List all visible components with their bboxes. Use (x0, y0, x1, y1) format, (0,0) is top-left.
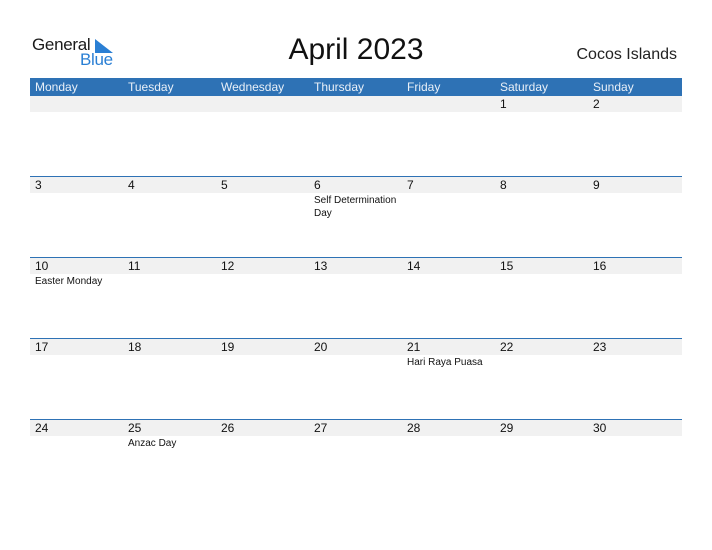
day-cell: 14 (402, 258, 495, 339)
day-number: 25 (128, 421, 142, 435)
day-cell: 13 (309, 258, 402, 339)
week-row: 10 Easter Monday 11 12 13 14 15 16 (30, 257, 682, 339)
day-cell: 3 (30, 177, 123, 258)
country-name: Cocos Islands (576, 46, 678, 63)
day-cell: 23 (588, 339, 681, 420)
day-number: 11 (128, 259, 141, 273)
weekday-saturday: Saturday (500, 80, 549, 94)
day-cell: 2 (588, 96, 681, 177)
day-number: 24 (35, 421, 49, 435)
day-cell: 8 (495, 177, 588, 258)
weekday-wednesday: Wednesday (221, 80, 285, 94)
day-number: 6 (314, 178, 321, 192)
day-number: 27 (314, 421, 328, 435)
week-row: 24 25 Anzac Day 26 27 28 29 30 (30, 419, 682, 501)
weekday-sunday: Sunday (593, 80, 634, 94)
day-cell: 4 (123, 177, 216, 258)
day-cell: 12 (216, 258, 309, 339)
day-cell: 5 (216, 177, 309, 258)
day-cell: 26 (216, 420, 309, 501)
day-number: 5 (221, 178, 228, 192)
day-number: 9 (593, 178, 600, 192)
holiday-label: Easter Monday (35, 276, 103, 287)
day-number: 4 (128, 178, 135, 192)
day-cell (309, 96, 402, 177)
day-number: 8 (500, 178, 507, 192)
day-cell: 16 (588, 258, 681, 339)
day-number: 13 (314, 259, 328, 273)
day-cell: 10 Easter Monday (30, 258, 123, 339)
holiday-label: Self Determination Day (314, 195, 397, 219)
day-cell: 22 (495, 339, 588, 420)
day-number: 19 (221, 340, 235, 354)
week-row: 3 4 5 6 Self Determination Day 7 8 9 (30, 176, 682, 258)
day-number: 14 (407, 259, 421, 273)
holiday-label: Hari Raya Puasa (407, 357, 483, 368)
day-cell: 21 Hari Raya Puasa (402, 339, 495, 420)
day-cell: 11 (123, 258, 216, 339)
day-number: 20 (314, 340, 328, 354)
day-cell (123, 96, 216, 177)
week-row: 17 18 19 20 21 Hari Raya Puasa 22 23 (30, 338, 682, 420)
day-cell: 15 (495, 258, 588, 339)
day-cell (402, 96, 495, 177)
day-cell: 18 (123, 339, 216, 420)
day-cell: 7 (402, 177, 495, 258)
day-cell: 9 (588, 177, 681, 258)
day-number: 30 (593, 421, 607, 435)
day-cell (30, 96, 123, 177)
day-number: 15 (500, 259, 514, 273)
day-number: 7 (407, 178, 414, 192)
day-cell: 28 (402, 420, 495, 501)
day-cell: 17 (30, 339, 123, 420)
day-cell: 29 (495, 420, 588, 501)
day-number: 2 (593, 97, 600, 111)
day-number: 28 (407, 421, 421, 435)
day-number: 18 (128, 340, 142, 354)
day-number: 29 (500, 421, 514, 435)
day-cell: 19 (216, 339, 309, 420)
day-number: 21 (407, 340, 421, 354)
day-cell: 1 (495, 96, 588, 177)
week-row: 12 (30, 96, 682, 177)
weekday-monday: Monday (35, 80, 78, 94)
day-cell: 20 (309, 339, 402, 420)
day-number: 10 (35, 259, 49, 273)
day-number: 23 (593, 340, 607, 354)
weekday-thursday: Thursday (314, 80, 365, 94)
day-number: 16 (593, 259, 607, 273)
weekday-tuesday: Tuesday (128, 80, 174, 94)
holiday-label: Anzac Day (128, 438, 177, 449)
day-cell: 27 (309, 420, 402, 501)
day-cell: 25 Anzac Day (123, 420, 216, 501)
weekday-friday: Friday (407, 80, 441, 94)
day-number: 17 (35, 340, 49, 354)
day-number: 1 (500, 97, 507, 111)
day-number: 12 (221, 259, 235, 273)
day-number: 3 (35, 178, 42, 192)
day-cell: 24 (30, 420, 123, 501)
day-cell: 30 (588, 420, 681, 501)
day-number: 26 (221, 421, 235, 435)
weekday-header: Monday Tuesday Wednesday Thursday Friday… (30, 78, 682, 96)
day-number: 22 (500, 340, 514, 354)
day-cell: 6 Self Determination Day (309, 177, 402, 258)
day-cell (216, 96, 309, 177)
